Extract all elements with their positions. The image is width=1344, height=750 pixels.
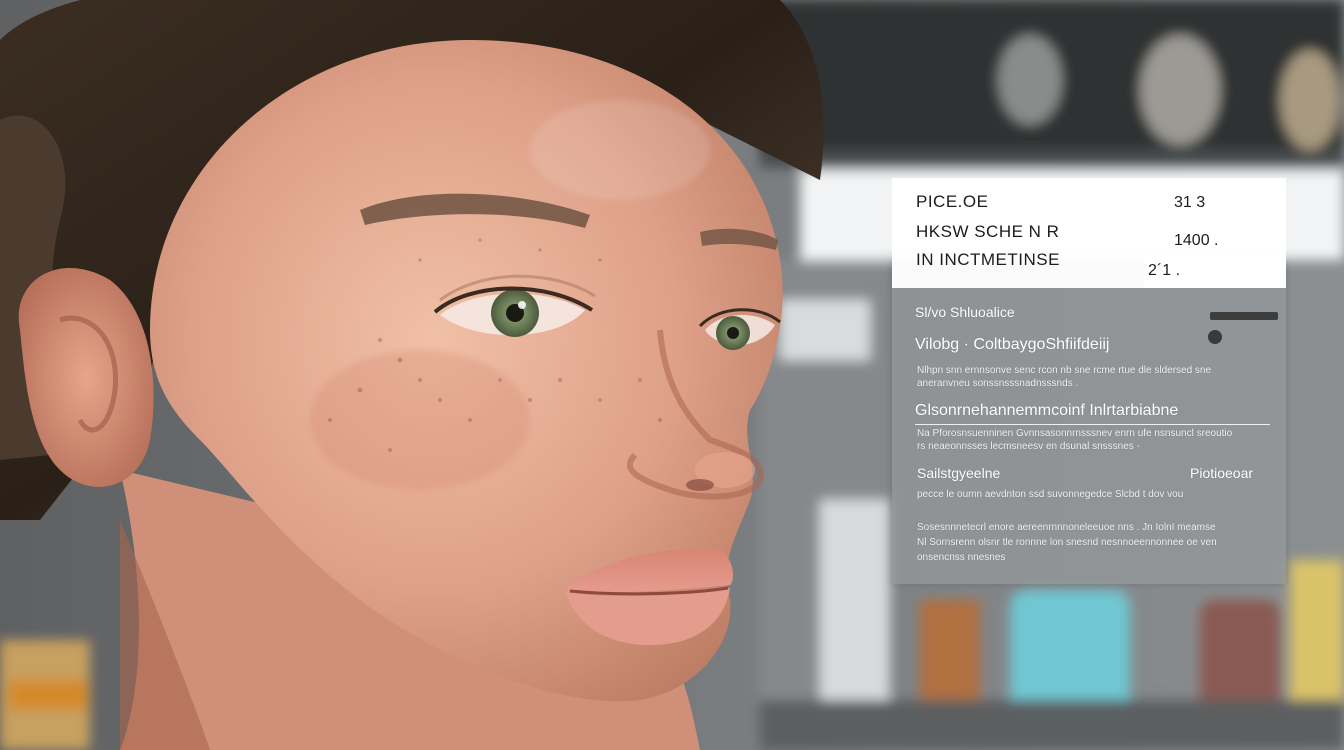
section-text: pecce le oumn aevdnton ssd suvonnegedce … [917, 489, 1184, 500]
section-text: Nl Sornsrenn olsnr tle ronnne lon snesnd… [917, 537, 1217, 548]
header-value: 31 3 [1174, 194, 1206, 211]
divider [915, 424, 1270, 425]
header-value: 2´1 . [1148, 262, 1181, 279]
section-text: Na Pforosnsuenninen Gvnnsasonnrnsssnev e… [917, 428, 1233, 439]
section-title: Sl/vo Shluoalice [915, 304, 1015, 320]
section-text: onsencnss nnesnes [917, 552, 1006, 563]
header-label: PICE.OE [916, 192, 989, 211]
section-text: Nlhpn snn ernnsonve senc rcon nb sne rcm… [917, 365, 1212, 376]
section-text: rs neaeonnsses lecmsneesv en dsunal snss… [917, 441, 1140, 452]
scale-bar-icon [1210, 312, 1278, 320]
section-title: Glsonrnehannemmcoinf Inlrtarbiabne [915, 402, 1179, 419]
header-label: IN INCTMETINSE [916, 250, 1060, 269]
section-title: Vilobg · ColtbaygoShfiifdeiij [915, 336, 1110, 353]
dot-icon [1208, 330, 1222, 344]
header-label: HKSW SCHE N R [916, 222, 1060, 241]
section-text: aneranvneu sonssnsssnadnsssnds . [917, 378, 1079, 389]
section-value: Piotioeoar [1190, 465, 1254, 481]
section-title: Sailstgyeelne [917, 465, 1001, 481]
header-value: 1400 . [1174, 232, 1219, 249]
info-header: PICE.OE 31 3 HKSW SCHE N R 1400 . IN INC… [892, 178, 1286, 288]
section-text: Sosesnnnetecrl enore aereenrnnnoneleeuoe… [917, 522, 1216, 533]
